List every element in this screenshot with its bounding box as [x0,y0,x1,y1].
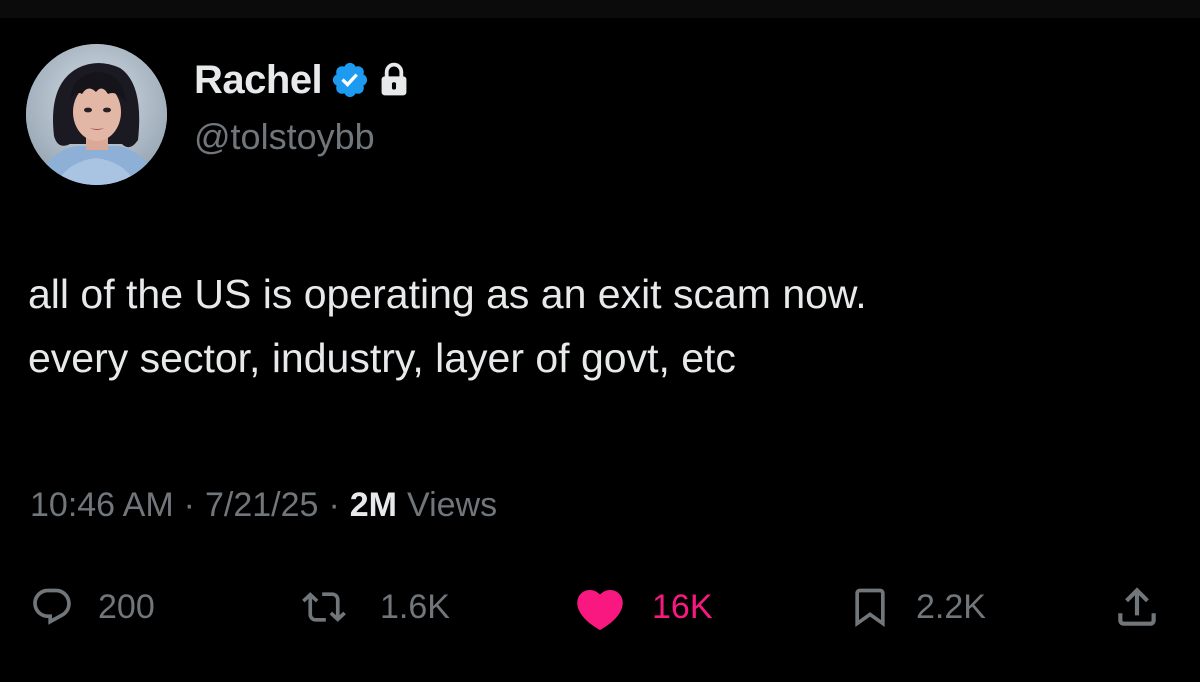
views-label: Views [407,485,498,524]
like-count: 16K [652,587,713,626]
display-name[interactable]: Rachel [194,58,323,103]
views-count: 2M [349,485,397,524]
meta-separator: · [328,485,340,524]
reply-count: 200 [98,587,155,626]
retweet-button[interactable]: 1.6K [298,580,450,634]
top-bar [0,0,1200,18]
bookmark-icon [855,588,885,628]
tweet-time[interactable]: 10:46 AM [30,486,174,525]
tweet-text: all of the US is operating as an exit sc… [28,262,1178,390]
retweet-icon [302,592,346,622]
meta-separator: · [183,485,195,524]
heart-icon [577,589,623,631]
like-button[interactable]: 16K [572,580,713,634]
protected-lock-icon [376,61,412,99]
avatar-image [26,44,167,185]
tweet-text-line: every sector, industry, layer of govt, e… [28,335,736,381]
tweet-text-line: all of the US is operating as an exit sc… [28,271,867,317]
verified-badge-icon[interactable] [330,60,370,100]
tweet-date[interactable]: 7/21/25 [205,486,318,525]
bookmark-button[interactable]: 2.2K [848,580,986,634]
user-handle[interactable]: @tolstoybb [194,116,375,158]
bookmark-count: 2.2K [916,587,986,626]
avatar[interactable] [26,44,167,185]
reply-button[interactable]: 200 [30,580,155,634]
tweet-meta: 10:46 AM · 7/21/25 · 2M Views [30,480,497,530]
reply-icon [33,588,71,625]
share-button[interactable] [1112,580,1162,634]
author-name-row: Rachel [194,52,412,108]
retweet-count: 1.6K [380,587,450,626]
share-icon [1118,587,1156,626]
